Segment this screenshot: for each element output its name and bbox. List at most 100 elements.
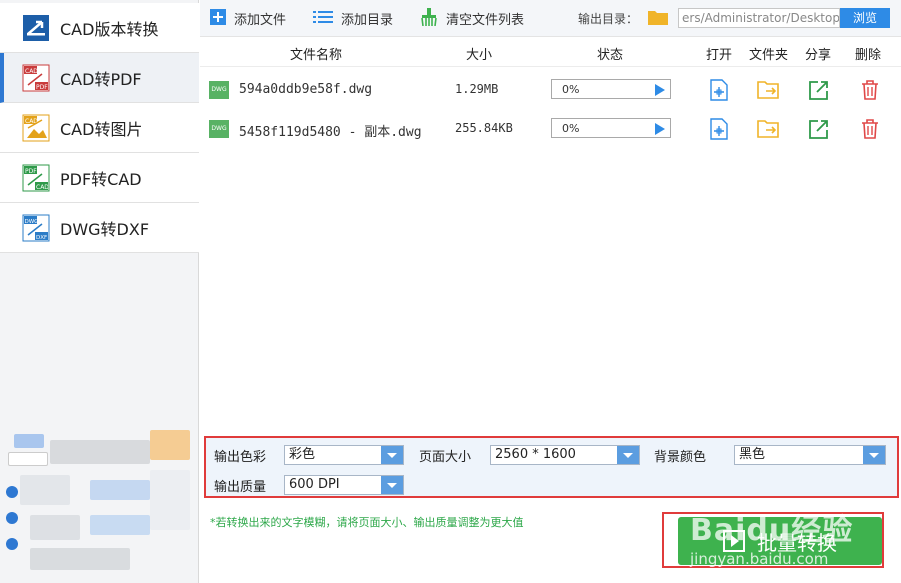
batch-convert-inner: 批量转换	[678, 517, 882, 565]
open-file-icon[interactable]	[708, 79, 730, 101]
open-folder-icon[interactable]	[757, 79, 779, 101]
bg-color-label: 背景颜色	[654, 450, 707, 465]
open-file-icon[interactable]	[708, 118, 730, 140]
play-icon[interactable]	[655, 123, 665, 135]
dwg-file-icon: DWG	[209, 81, 229, 99]
header-name: 文件名称	[290, 48, 343, 63]
sidebar-item-label: CAD转PDF	[60, 69, 142, 89]
svg-text:PDF: PDF	[25, 168, 37, 175]
add-folder-button[interactable]: 添加目录	[313, 0, 393, 37]
play-icon[interactable]	[655, 84, 665, 96]
sidebar: CAD版本转换 CAD PDF CAD转PDF CAD CAD转图片 PDF CAD…	[0, 0, 199, 583]
header-open: 打开	[706, 48, 733, 63]
blur-block	[8, 452, 48, 466]
progress-text: 0%	[562, 83, 580, 96]
blur-block	[150, 470, 190, 530]
svg-text:DWG: DWG	[25, 219, 39, 225]
svg-text:PDF: PDF	[36, 84, 48, 91]
broom-icon	[420, 7, 438, 30]
sidebar-item-label: DWG转DXF	[60, 219, 150, 239]
page-size-value: 2560 * 1600	[495, 447, 576, 462]
svg-text:CAD: CAD	[36, 184, 49, 191]
chevron-down-icon	[381, 446, 403, 464]
header-size: 大小	[466, 48, 493, 63]
blur-block	[30, 515, 80, 540]
chevron-down-icon	[617, 446, 639, 464]
sidebar-item-cad-to-pdf[interactable]: CAD PDF CAD转PDF	[0, 53, 199, 103]
header-folder: 文件夹	[749, 48, 789, 63]
add-file-button[interactable]: 添加文件	[210, 0, 286, 37]
blur-block	[90, 515, 150, 535]
blur-block	[50, 440, 150, 464]
browse-button[interactable]: 浏览	[840, 8, 890, 28]
output-path-input[interactable]: ers/Administrator/Desktop	[678, 8, 840, 28]
file-name: 594a0ddb9e58f.dwg	[239, 82, 373, 97]
output-options-panel: 输出色彩 彩色 页面大小 2560 * 1600 背景颜色 黑色 输出质量 60…	[204, 436, 899, 498]
pdf-to-cad-icon: PDF CAD	[22, 164, 50, 192]
blur-block	[90, 480, 150, 500]
blur-block	[20, 475, 70, 505]
sidebar-item-label: CAD版本转换	[60, 19, 159, 39]
cad-version-icon	[22, 14, 50, 42]
file-name: 5458f119d5480 - 副本.dwg	[239, 125, 422, 140]
color-select[interactable]: 彩色	[284, 445, 404, 465]
bg-color-select[interactable]: 黑色	[734, 445, 886, 465]
batch-convert-label: 批量转换	[757, 530, 837, 555]
file-size: 1.29MB	[455, 82, 499, 96]
blur-block	[6, 486, 18, 498]
chevron-down-icon	[381, 476, 403, 494]
cad-to-image-icon: CAD	[22, 114, 50, 142]
blur-block	[14, 434, 44, 448]
clear-list-label: 清空文件列表	[446, 13, 525, 28]
sidebar-item-label: CAD转图片	[60, 119, 143, 139]
dwg-file-icon: DWG	[209, 120, 229, 138]
share-icon[interactable]	[808, 118, 830, 140]
chevron-down-icon	[863, 446, 885, 464]
blur-block	[150, 430, 190, 460]
list-icon	[313, 9, 333, 29]
blur-block	[30, 548, 130, 570]
output-dir-label: 输出目录：	[578, 12, 639, 26]
color-value: 彩色	[289, 447, 316, 462]
cad-to-pdf-icon: CAD PDF	[22, 64, 50, 92]
clear-list-button[interactable]: 清空文件列表	[420, 0, 524, 37]
sidebar-item-pdf-to-cad[interactable]: PDF CAD PDF转CAD	[0, 153, 199, 203]
folder-icon[interactable]	[648, 9, 668, 25]
table-row[interactable]: DWG 594a0ddb9e58f.dwg 1.29MB 0%	[200, 70, 901, 108]
page-size-select[interactable]: 2560 * 1600	[490, 445, 640, 465]
delete-icon[interactable]	[859, 79, 881, 101]
header-status: 状态	[597, 48, 624, 63]
quality-select[interactable]: 600 DPI	[284, 475, 404, 495]
convert-play-icon	[723, 530, 745, 552]
batch-convert-button[interactable]: 批量转换	[662, 512, 884, 568]
sidebar-item-cad-version[interactable]: CAD版本转换	[0, 3, 199, 53]
progress-bar: 0%	[551, 79, 671, 99]
header-share: 分享	[805, 48, 832, 63]
dwg-to-dxf-icon: DWG DXF	[22, 214, 50, 242]
header-delete: 删除	[855, 48, 882, 63]
plus-icon	[210, 8, 226, 29]
sidebar-item-label: PDF转CAD	[60, 169, 142, 189]
quality-value: 600 DPI	[289, 477, 340, 492]
toolbar: 添加文件 添加目录 清空文件列表 输出目录： ers/Administrator…	[200, 0, 901, 37]
delete-icon[interactable]	[859, 118, 881, 140]
open-folder-icon[interactable]	[757, 118, 779, 140]
svg-text:DXF: DXF	[36, 235, 47, 241]
table-row[interactable]: DWG 5458f119d5480 - 副本.dwg 255.84KB 0%	[200, 109, 901, 147]
quality-label: 输出质量	[214, 480, 267, 495]
sidebar-item-dwg-to-dxf[interactable]: DWG DXF DWG转DXF	[0, 203, 199, 253]
bg-color-value: 黑色	[739, 447, 766, 462]
sidebar-item-cad-to-image[interactable]: CAD CAD转图片	[0, 103, 199, 153]
add-file-label: 添加文件	[234, 13, 287, 28]
blurred-region	[0, 420, 199, 583]
page-size-label: 页面大小	[419, 450, 472, 465]
blur-block	[6, 512, 18, 524]
add-folder-label: 添加目录	[341, 13, 394, 28]
svg-text:CAD: CAD	[25, 68, 38, 75]
file-table-header: 文件名称 大小 状态 打开 文件夹 分享 删除	[200, 37, 901, 67]
hint-text: *若转换出来的文字模糊，请将页面大小、输出质量调整为更大值	[210, 516, 524, 529]
color-label: 输出色彩	[214, 450, 267, 465]
blur-block	[6, 538, 18, 550]
progress-text: 0%	[562, 122, 580, 135]
share-icon[interactable]	[808, 79, 830, 101]
